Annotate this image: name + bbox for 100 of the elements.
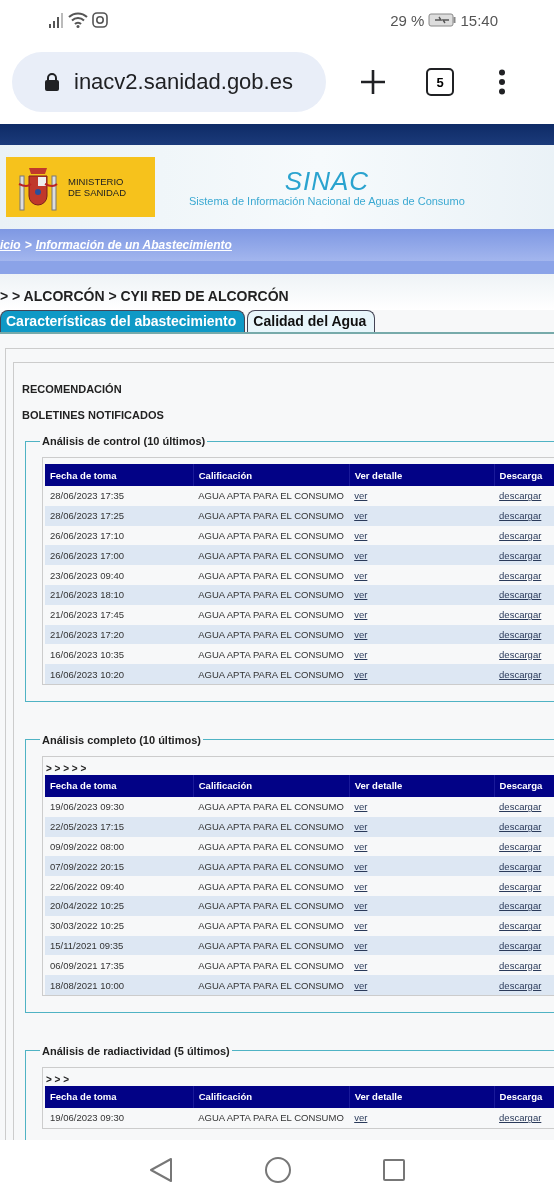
table-cell: AGUA APTA PARA EL CONSUMO	[193, 876, 350, 896]
column-header: Descarga	[494, 464, 554, 486]
download-link[interactable]: descargar	[499, 920, 542, 932]
view-link[interactable]: ver	[354, 609, 368, 621]
recent-apps-icon[interactable]	[382, 1158, 406, 1182]
download-link[interactable]: descargar	[499, 569, 542, 581]
section-heading: BOLETINES NOTIFICADOS	[22, 409, 165, 421]
clock: 15:40	[460, 11, 498, 29]
download-link[interactable]: descargar	[499, 648, 542, 660]
download-link[interactable]: descargar	[499, 530, 542, 541]
ministry-name: MINISTERIO DE SANIDAD	[68, 176, 127, 198]
signal-icon	[48, 12, 64, 28]
table-cell: 16/06/2023 10:35	[45, 644, 194, 665]
address-bar[interactable]: inacv2.sanidad.gob.es	[12, 52, 326, 112]
sinac-logo: SINAC	[284, 167, 370, 195]
menu-icon[interactable]	[498, 69, 506, 95]
table-cell: 19/06/2023 09:30	[45, 796, 194, 817]
table-cell: 28/06/2023 17:25	[45, 505, 194, 526]
table-cell: 22/06/2022 09:40	[45, 876, 194, 896]
table-cell: AGUA APTA PARA EL CONSUMO	[193, 664, 350, 684]
table-cell: AGUA APTA PARA EL CONSUMO	[193, 505, 350, 526]
table-cell: AGUA APTA PARA EL CONSUMO	[193, 604, 350, 625]
view-link[interactable]: ver	[354, 840, 368, 852]
table-cell: AGUA APTA PARA EL CONSUMO	[193, 644, 350, 665]
table-cell: AGUA APTA PARA EL CONSUMO	[193, 816, 350, 837]
view-link[interactable]: ver	[354, 648, 368, 660]
download-link[interactable]: descargar	[499, 959, 542, 971]
home-icon[interactable]	[264, 1156, 292, 1184]
tab-switcher-button[interactable]: 5	[426, 68, 454, 96]
table-cell: AGUA APTA PARA EL CONSUMO	[193, 585, 350, 605]
download-link[interactable]: descargar	[499, 1112, 542, 1124]
view-link[interactable]: ver	[354, 490, 368, 502]
table-cell: AGUA APTA PARA EL CONSUMO	[193, 856, 350, 877]
table-cell: AGUA APTA PARA EL CONSUMO	[193, 565, 350, 585]
view-link[interactable]: ver	[354, 530, 368, 541]
table-cell: 21/06/2023 18:10	[45, 585, 194, 605]
table-cell: 21/06/2023 17:20	[45, 624, 194, 645]
back-icon[interactable]	[148, 1157, 174, 1183]
pager-arrows: > > >	[46, 1073, 71, 1086]
view-link[interactable]: ver	[354, 589, 368, 601]
column-header: Ver detalle	[349, 1085, 495, 1108]
table-cell: 22/05/2023 17:15	[45, 816, 194, 837]
column-header: Calificación	[193, 774, 350, 797]
battery-charging-icon	[428, 13, 457, 27]
column-header: Calificación	[193, 464, 350, 486]
breadcrumb-separator: >	[24, 238, 32, 252]
tab[interactable]: Calidad del Agua	[247, 310, 376, 332]
lock-icon	[44, 72, 60, 92]
download-link[interactable]: descargar	[499, 609, 542, 621]
view-link[interactable]: ver	[354, 880, 368, 892]
table-cell: AGUA APTA PARA EL CONSUMO	[193, 935, 350, 956]
view-link[interactable]: ver	[354, 801, 368, 813]
view-link[interactable]: ver	[354, 668, 368, 680]
table-cell: AGUA APTA PARA EL CONSUMO	[193, 486, 350, 506]
table-cell: AGUA APTA PARA EL CONSUMO	[193, 915, 350, 936]
column-header: Calificación	[193, 1085, 350, 1108]
table-cell: 21/06/2023 17:45	[45, 604, 194, 625]
view-link[interactable]: ver	[354, 510, 368, 522]
view-link[interactable]: ver	[354, 569, 368, 581]
view-link[interactable]: ver	[354, 628, 368, 640]
download-link[interactable]: descargar	[499, 490, 542, 502]
table-cell: 15/11/2021 09:35	[45, 935, 194, 956]
view-link[interactable]: ver	[354, 979, 368, 991]
table-cell: AGUA APTA PARA EL CONSUMO	[193, 545, 350, 566]
results-group: Análisis completo (10 últimos) > > > > > Fecha de toma Calificación Ver detalle Descarga 19/06/2023 09:30 AGUA APTA PARA EL CONSUMO ver descargar 22/05/2023 17:15 AGUA APTA PARA EL CONSUMO ver descargar 09/09/2022 08:00 AGUA APTA PARA EL CONSUMO ver descargar 07/09/2022 20:15 AGUA APTA PARA EL CONSUMO ver descargar 22/06/2022 09:40 AGUA APTA PARA EL CONSUMO ver descargar 20/04/2022 10:25 AGUA APTA PARA EL CONSUMO ver descargar 30/03/2022 10:25 AGUA APTA PARA EL CONSUMO ver descargar 15/11/2021 09:35 AGUA APTA PARA EL CONSUMO ver descargar 06/09/2021 17:35 AGUA APTA PARA EL CONSUMO ver descargar 18/08/2021 10:00 AGUA APTA PARA EL CONSUMO ver descargar	[25, 733, 554, 1013]
site-subtitle: Sistema de Información Nacional de Aguas de Consumo	[189, 195, 465, 207]
table-cell: AGUA APTA PARA EL CONSUMO	[193, 895, 350, 916]
download-link[interactable]: descargar	[499, 801, 542, 813]
column-header: Fecha de toma	[45, 464, 194, 486]
battery-percent: 29 %	[390, 11, 425, 29]
new-tab-icon[interactable]	[360, 69, 386, 95]
view-link[interactable]: ver	[354, 959, 368, 971]
download-link[interactable]: descargar	[499, 840, 542, 852]
camera-app-icon	[92, 12, 108, 28]
table-cell: AGUA APTA PARA EL CONSUMO	[193, 836, 350, 857]
table-cell: AGUA APTA PARA EL CONSUMO	[193, 525, 350, 546]
column-header: Fecha de toma	[45, 1085, 194, 1108]
table-cell: 16/06/2023 10:20	[45, 664, 194, 684]
table-cell: 20/04/2022 10:25	[45, 895, 194, 916]
table-cell: 18/08/2021 10:00	[45, 975, 194, 995]
table-cell: 30/03/2022 10:25	[45, 915, 194, 936]
view-link[interactable]: ver	[354, 821, 368, 833]
view-link[interactable]: ver	[354, 860, 368, 872]
results-group: Análisis de control (10 últimos) Fecha de toma Calificación Ver detalle Descarga 28/06/2023 17:35 AGUA APTA PARA EL CONSUMO ver descargar 28/06/2023 17:25 AGUA APTA PARA EL CONSUMO ver descargar 26/06/2023 17:10 AGUA APTA PARA EL CONSUMO ver descargar 26/06/2023 17:00 AGUA APTA PARA EL CONSUMO ver descargar 23/06/2023 09:40 AGUA APTA PARA EL CONSUMO ver descargar 21/06/2023 18:10 AGUA APTA PARA EL CONSUMO ver descargar 21/06/2023 17:45 AGUA APTA PARA EL CONSUMO ver descargar 21/06/2023 17:20 AGUA APTA PARA EL CONSUMO ver descargar 16/06/2023 10:35 AGUA APTA PARA EL CONSUMO ver descargar 16/06/2023 10:20 AGUA APTA PARA EL CONSUMO ver descargar	[25, 435, 554, 702]
download-link[interactable]: descargar	[499, 880, 542, 892]
column-header: Ver detalle	[349, 464, 495, 486]
table-cell: AGUA APTA PARA EL CONSUMO	[193, 955, 350, 976]
table-cell: AGUA APTA PARA EL CONSUMO	[193, 624, 350, 645]
view-link[interactable]: ver	[354, 549, 368, 561]
table-cell: 07/09/2022 20:15	[45, 856, 194, 877]
table-cell: 26/06/2023 17:00	[45, 545, 194, 566]
location-path: > > ALCORCÓN > CYII RED DE ALCORCÓN	[0, 288, 289, 304]
table-cell: AGUA APTA PARA EL CONSUMO	[193, 975, 350, 995]
column-header: Descarga	[494, 774, 554, 797]
section-heading: RECOMENDACIÓN	[22, 383, 123, 395]
view-link[interactable]: ver	[354, 939, 368, 951]
view-link[interactable]: ver	[354, 920, 368, 932]
column-header: Descarga	[494, 1085, 554, 1108]
view-link[interactable]: ver	[354, 1112, 368, 1124]
view-link[interactable]: ver	[354, 900, 368, 912]
